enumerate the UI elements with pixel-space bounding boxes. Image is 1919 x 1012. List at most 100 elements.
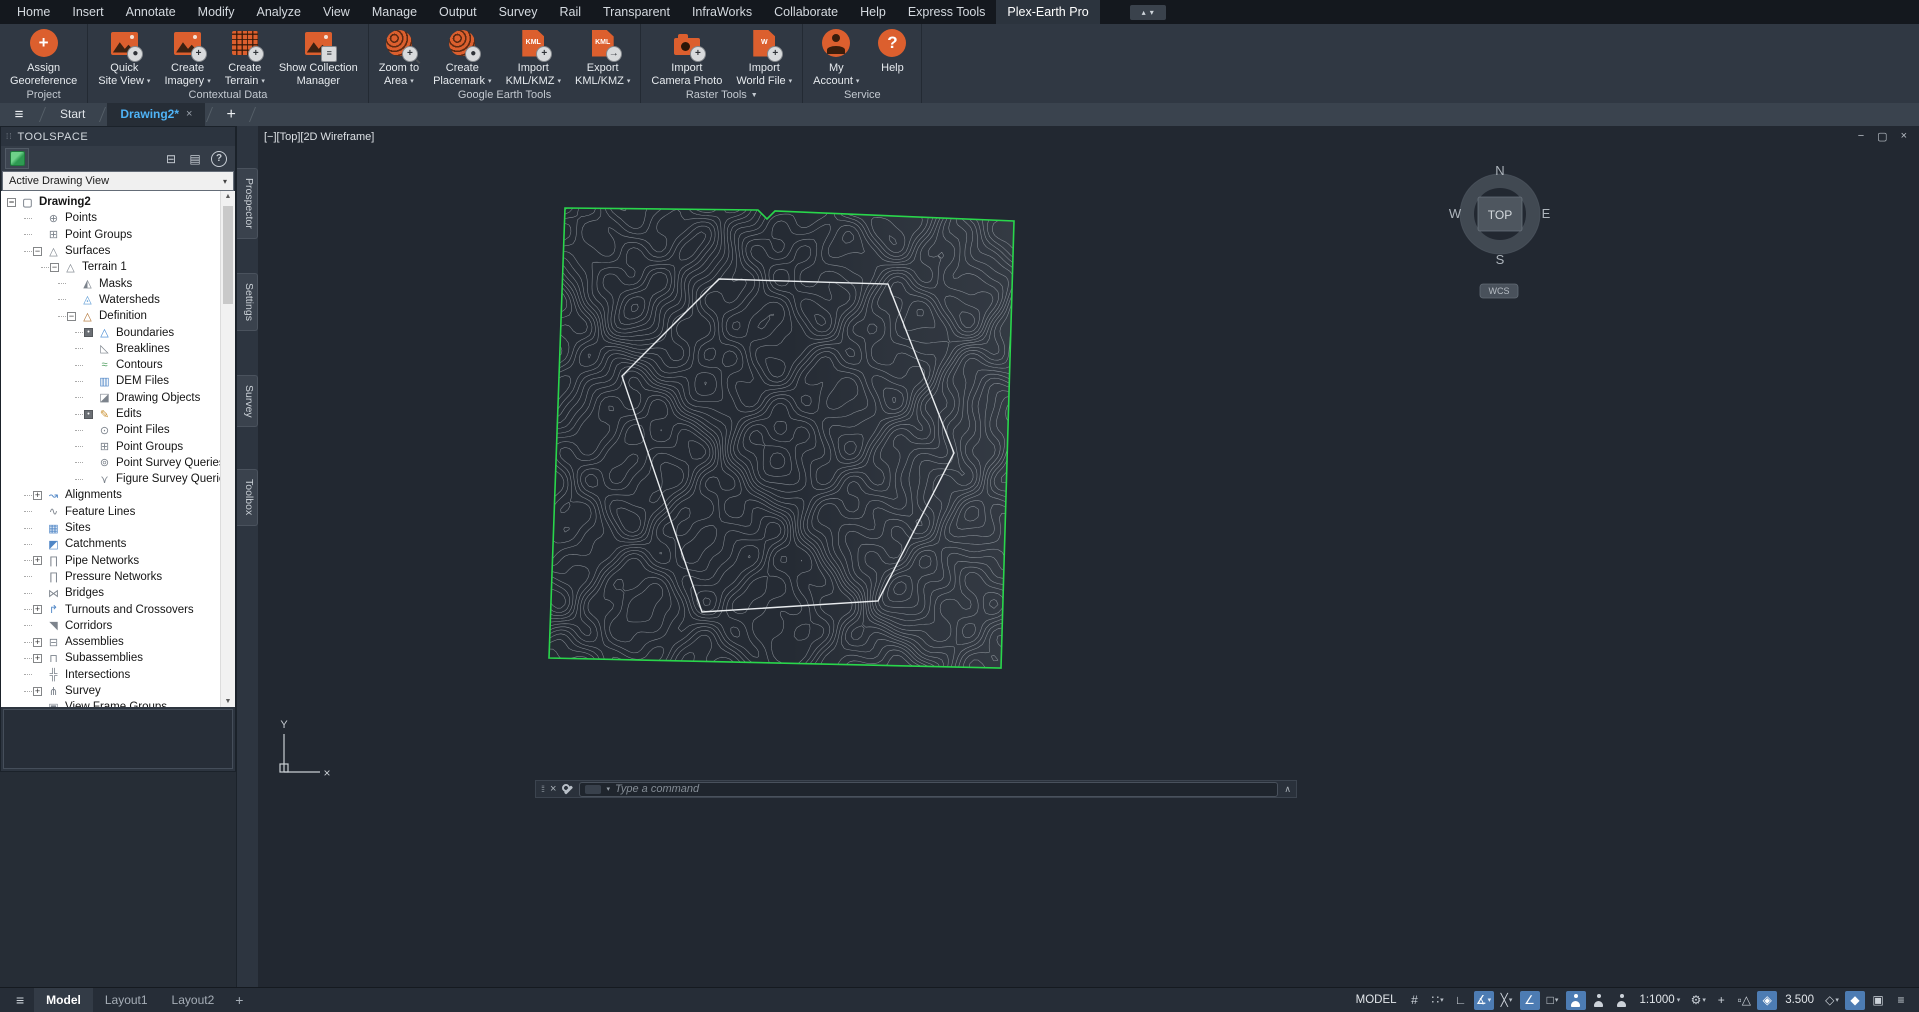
preview-toggle-icon[interactable]: ▤ xyxy=(187,152,203,166)
object-snap-tracking-toggle[interactable]: ∠ xyxy=(1520,991,1540,1010)
menu-item-infraworks[interactable]: InfraWorks xyxy=(681,0,763,24)
menu-item-plex-earth-pro[interactable]: Plex-Earth Pro xyxy=(996,0,1099,24)
command-line-bar[interactable]: ⁞⁞ × ▾ Type a command ∧ xyxy=(535,780,1297,798)
import-world-file-button[interactable]: W+ImportWorld File▾ xyxy=(729,24,799,87)
menu-item-help[interactable]: Help xyxy=(849,0,897,24)
create-placemark-button[interactable]: ●CreatePlacemark▾ xyxy=(426,24,498,87)
tree-item-edits[interactable]: •✎Edits xyxy=(1,406,220,422)
ortho-mode-toggle[interactable]: ∟ xyxy=(1451,991,1471,1010)
menu-item-annotate[interactable]: Annotate xyxy=(115,0,187,24)
tree-item-watersheds[interactable]: ◬Watersheds xyxy=(1,292,220,308)
layout-tab-layout1[interactable]: Layout1 xyxy=(93,988,160,1012)
tree-item-pressure-networks[interactable]: ∏Pressure Networks xyxy=(1,569,220,585)
grid-display-toggle[interactable]: # xyxy=(1405,991,1425,1010)
menu-item-modify[interactable]: Modify xyxy=(187,0,246,24)
create-imagery-button[interactable]: +CreateImagery▾ xyxy=(157,24,217,87)
create-terrain-button[interactable]: +CreateTerrain▾ xyxy=(218,24,272,87)
command-history-toggle-icon[interactable]: ∧ xyxy=(1284,784,1291,795)
tree-item-surfaces[interactable]: −△Surfaces xyxy=(1,243,220,259)
tree-item-corridors[interactable]: ◥Corridors xyxy=(1,618,220,634)
menu-item-transparent[interactable]: Transparent xyxy=(592,0,681,24)
zoom-to-area-button[interactable]: +Zoom toArea▾ xyxy=(372,24,426,87)
menu-item-output[interactable]: Output xyxy=(428,0,488,24)
close-icon[interactable]: × xyxy=(186,103,192,126)
file-tab-start[interactable]: Start xyxy=(47,103,98,126)
tree-item-bridges[interactable]: ⋈Bridges xyxy=(1,585,220,601)
file-tab-drawing2[interactable]: Drawing2*× xyxy=(107,103,205,126)
elevation-value[interactable]: 3.500 xyxy=(1780,994,1819,1006)
tree-item-subassemblies[interactable]: +⊓Subassemblies xyxy=(1,650,220,666)
palette-tab-settings[interactable]: Settings xyxy=(237,273,258,331)
layout-menu-icon[interactable]: ≡ xyxy=(6,992,34,1008)
command-bar-close-icon[interactable]: × xyxy=(550,783,556,795)
workspace-switching-button[interactable]: ⚙▾ xyxy=(1688,991,1708,1010)
tree-item-figure-survey-queries[interactable]: ⋎Figure Survey Queries xyxy=(1,471,220,487)
tree-item-dem-files[interactable]: ▥DEM Files xyxy=(1,373,220,389)
isolate-objects-button[interactable]: ◇▾ xyxy=(1822,991,1842,1010)
tree-item-view-frame-groups[interactable]: ▣View Frame Groups xyxy=(1,699,220,707)
collapse-toggle-icon[interactable]: − xyxy=(7,198,16,207)
tree-item-sites[interactable]: ▦Sites xyxy=(1,520,220,536)
menu-item-express-tools[interactable]: Express Tools xyxy=(897,0,997,24)
tree-item-alignments[interactable]: +↝Alignments xyxy=(1,487,220,503)
item-view-icon[interactable]: ⊟ xyxy=(163,152,179,166)
chevron-down-icon[interactable]: ▼ xyxy=(751,88,758,103)
minimize-icon[interactable]: − xyxy=(1858,130,1864,143)
tree-item-assemblies[interactable]: +⊟Assemblies xyxy=(1,634,220,650)
scroll-down-icon[interactable]: ▼ xyxy=(221,698,235,705)
expand-toggle-icon[interactable]: + xyxy=(33,605,42,614)
shaded-viewport-toggle[interactable]: ◈ xyxy=(1757,991,1777,1010)
tree-item-point-groups[interactable]: ⊞Point Groups xyxy=(1,438,220,454)
active-drawing-view-icon[interactable] xyxy=(5,148,29,169)
my-account-button[interactable]: MyAccount▾ xyxy=(806,24,866,87)
export-kml-kmz-button[interactable]: KML→ExportKML/KMZ▾ xyxy=(568,24,637,87)
layout-tab-layout2[interactable]: Layout2 xyxy=(160,988,227,1012)
annotation-monitor-toggle[interactable]: + xyxy=(1711,991,1731,1010)
expand-toggle-icon[interactable]: + xyxy=(33,654,42,663)
tree-item-turnouts-and-crossovers[interactable]: +↱Turnouts and Crossovers xyxy=(1,601,220,617)
expand-toggle-icon[interactable]: + xyxy=(33,687,42,696)
clean-screen-button[interactable]: ▣ xyxy=(1868,991,1888,1010)
collapse-toggle-icon[interactable]: − xyxy=(50,263,59,272)
tree-item-points[interactable]: ⊕Points xyxy=(1,210,220,226)
object-snap-toggle[interactable]: □▾ xyxy=(1543,991,1563,1010)
palette-tab-toolbox[interactable]: Toolbox xyxy=(237,469,258,525)
expand-toggle-icon[interactable]: • xyxy=(84,328,93,337)
model-space-button[interactable]: MODEL xyxy=(1351,994,1402,1006)
annotation-scale-button[interactable] xyxy=(1612,991,1632,1010)
tree-item-point-survey-queries[interactable]: ⊚Point Survey Queries xyxy=(1,455,220,471)
assign-georeference-button[interactable]: +AssignGeoreference xyxy=(3,24,84,87)
customize-wrench-icon[interactable] xyxy=(562,784,573,795)
expand-toggle-icon[interactable]: + xyxy=(33,556,42,565)
expand-toggle-icon[interactable]: + xyxy=(33,491,42,500)
scrollbar-thumb[interactable] xyxy=(223,206,233,304)
drawing-canvas[interactable]: [−][Top][2D Wireframe] −▢× TOP N W E xyxy=(258,126,1919,988)
wcs-badge[interactable]: WCS xyxy=(1480,284,1518,298)
collapse-toggle-icon[interactable]: − xyxy=(67,312,76,321)
tree-item-point-files[interactable]: ⊙Point Files xyxy=(1,422,220,438)
scroll-up-icon[interactable]: ▲ xyxy=(221,193,235,200)
tree-item-pipe-networks[interactable]: +∏Pipe Networks xyxy=(1,553,220,569)
annotation-scale-value[interactable]: 1:1000▾ xyxy=(1635,994,1686,1006)
menu-item-insert[interactable]: Insert xyxy=(61,0,114,24)
menu-item-collaborate[interactable]: Collaborate xyxy=(763,0,849,24)
view-selector-dropdown[interactable]: Active Drawing View ▾ xyxy=(2,171,234,191)
import-kml-kmz-button[interactable]: KML+ImportKML/KMZ▾ xyxy=(499,24,568,87)
command-bar-grip-icon[interactable]: ⁞⁞ xyxy=(541,784,544,794)
customization-button[interactable]: ≡ xyxy=(1891,991,1911,1010)
polar-tracking-toggle[interactable]: ∡▾ xyxy=(1474,991,1494,1010)
layout-tab-model[interactable]: Model xyxy=(34,988,93,1012)
ribbon-display-toggle[interactable]: ▴▾ xyxy=(1130,5,1166,20)
palette-tab-prospector[interactable]: Prospector xyxy=(237,168,258,239)
expand-toggle-icon[interactable]: • xyxy=(84,410,93,419)
tree-item-masks[interactable]: ◭Masks xyxy=(1,275,220,291)
menu-item-manage[interactable]: Manage xyxy=(361,0,428,24)
hardware-acceleration-toggle[interactable]: ◆ xyxy=(1845,991,1865,1010)
isometric-drafting-toggle[interactable]: ╳▾ xyxy=(1497,991,1517,1010)
tree-item-boundaries[interactable]: •△Boundaries xyxy=(1,324,220,340)
chevron-down-icon[interactable]: ▾ xyxy=(606,785,610,793)
tree-item-point-groups[interactable]: ⊞Point Groups xyxy=(1,227,220,243)
menu-item-analyze[interactable]: Analyze xyxy=(245,0,311,24)
tree-item-catchments[interactable]: ◩Catchments xyxy=(1,536,220,552)
units-button[interactable]: ▫△ xyxy=(1734,991,1754,1010)
